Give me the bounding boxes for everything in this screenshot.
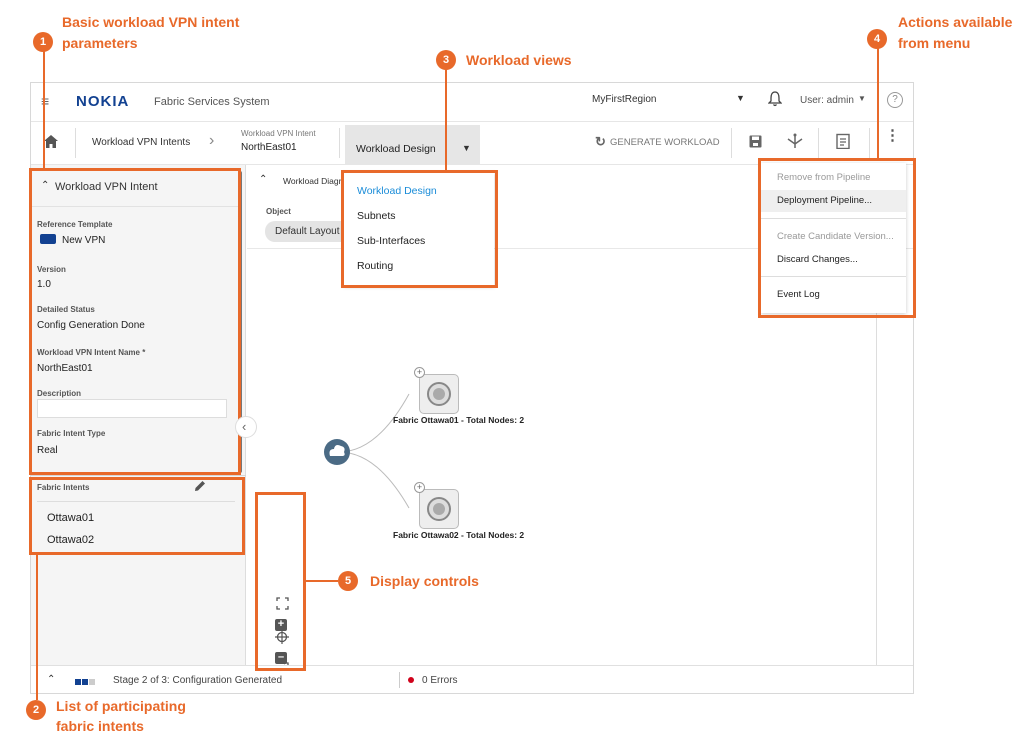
callout-text-4a: Actions available xyxy=(898,14,1013,30)
node-dot xyxy=(433,503,445,515)
callout-text-2b: fabric intents xyxy=(56,718,144,734)
layout-chip-label: Default Layout xyxy=(275,226,340,237)
callout-badge-2: 2 xyxy=(26,700,46,720)
node-expand-icon[interactable]: + xyxy=(414,367,425,378)
workload-diagram xyxy=(324,393,410,509)
panel-splitter-divider xyxy=(31,475,246,476)
view-selector[interactable]: Workload Design ▼ xyxy=(345,125,480,166)
view-chevron-down-icon: ▼ xyxy=(462,143,471,153)
app-title: Fabric Services System xyxy=(154,96,270,108)
node2-label: Fabric Ottawa02 - Total Nodes: 2 xyxy=(393,530,525,540)
callout-text-5: Display controls xyxy=(370,573,479,589)
view-selector-label: Workload Design xyxy=(356,143,436,155)
toolbar-divider xyxy=(75,128,76,158)
callout-badge-3: 3 xyxy=(436,50,456,70)
callout-box-5 xyxy=(255,492,306,671)
callout-text-4b: from menu xyxy=(898,35,971,51)
status-divider xyxy=(399,672,400,688)
callout-box-1 xyxy=(29,168,241,475)
status-expand-icon[interactable]: ⌃ xyxy=(47,674,55,685)
status-bar: ⌃ Stage 2 of 3: Configuration Generated … xyxy=(31,665,913,693)
callout-box-4 xyxy=(758,158,916,318)
user-menu[interactable]: User: admin xyxy=(800,95,854,106)
callout-text-3: Workload views xyxy=(466,52,572,68)
callout-text-2a: List of participating xyxy=(56,698,186,714)
toolbar-divider xyxy=(339,128,340,158)
callout-box-3 xyxy=(341,170,498,288)
callout-box-2 xyxy=(29,477,245,555)
node-dot xyxy=(433,388,445,400)
stage-text: Stage 2 of 3: Configuration Generated xyxy=(113,675,283,686)
diagram-tab-label: Workload Diagr xyxy=(283,176,342,186)
chevron-left-icon: ‹ xyxy=(242,419,247,434)
panel-collapse-handle[interactable]: ‹ xyxy=(235,416,257,438)
toolbar-divider xyxy=(818,128,819,158)
generate-workload-button[interactable]: GENERATE WORKLOAD xyxy=(610,137,720,148)
callout-badge-5: 5 xyxy=(338,571,358,591)
error-dot-icon xyxy=(408,677,414,683)
refresh-icon[interactable]: ↻ xyxy=(595,134,606,150)
diagram-collapse-icon[interactable]: ⌃ xyxy=(259,174,267,185)
node-expand-icon[interactable]: + xyxy=(414,482,425,493)
more-options-icon[interactable]: ⋮ xyxy=(885,128,900,143)
default-layout-chip[interactable]: Default Layout xyxy=(265,221,351,242)
node1-label: Fabric Ottawa01 - Total Nodes: 2 xyxy=(393,415,525,425)
callout-text-1a: Basic workload VPN intent xyxy=(62,14,240,30)
stage-progress-icon xyxy=(75,677,95,688)
breadcrumb-workload-vpn-intents[interactable]: Workload VPN Intents xyxy=(92,137,190,148)
deploy-icon[interactable] xyxy=(786,133,804,152)
toolbar-divider xyxy=(869,128,870,158)
leader-line-2 xyxy=(36,553,38,700)
callout-text-1b: parameters xyxy=(62,35,138,51)
region-chevron-down-icon[interactable]: ▼ xyxy=(736,93,745,103)
user-chevron-down-icon[interactable]: ▼ xyxy=(858,94,866,103)
leader-line-3 xyxy=(445,68,447,171)
callout-badge-1: 1 xyxy=(33,32,53,52)
intent-caption: Workload VPN Intent xyxy=(241,129,316,138)
clipboard-icon[interactable] xyxy=(836,133,850,152)
intent-name: NorthEast01 xyxy=(241,142,297,153)
save-icon[interactable] xyxy=(749,135,762,151)
home-icon[interactable] xyxy=(43,134,59,152)
help-icon[interactable]: ? xyxy=(887,92,903,108)
chevron-right-icon: › xyxy=(209,132,215,149)
top-bar: ≡ NOKIA Fabric Services System MyFirstRe… xyxy=(31,83,913,121)
error-count[interactable]: 0 Errors xyxy=(422,675,458,686)
bell-icon[interactable] xyxy=(767,91,783,110)
fabric-node-ottawa01[interactable] xyxy=(419,374,459,414)
fabric-node-ottawa02[interactable] xyxy=(419,489,459,529)
object-label: Object xyxy=(266,207,291,216)
leader-line-5 xyxy=(305,580,338,582)
nokia-logo: NOKIA xyxy=(76,93,130,110)
leader-line-1 xyxy=(43,50,45,169)
leader-line-4 xyxy=(877,48,879,159)
region-selector[interactable]: MyFirstRegion xyxy=(592,94,656,105)
toolbar-divider xyxy=(731,128,732,158)
callout-badge-4: 4 xyxy=(867,29,887,49)
